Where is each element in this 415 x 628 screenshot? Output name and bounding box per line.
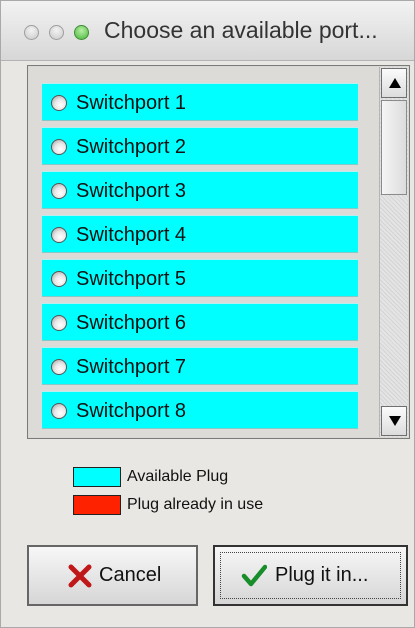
- port-list: Switchport 1 Switchport 2 Switchport 3 S…: [27, 65, 410, 439]
- zoom-window-button[interactable]: [74, 25, 89, 40]
- arrow-down-icon: [389, 416, 401, 426]
- plug-it-in-label: Plug it in...: [275, 564, 369, 586]
- green-checkmark-icon: [241, 564, 267, 587]
- close-window-button[interactable]: [24, 25, 39, 40]
- port-label: Switchport 8: [76, 400, 187, 422]
- port-label: Switchport 2: [76, 136, 187, 158]
- port-item-5[interactable]: Switchport 5: [42, 259, 358, 297]
- scrollbar-thumb[interactable]: [381, 100, 407, 195]
- red-x-icon: [68, 564, 92, 588]
- port-label: Switchport 7: [76, 356, 187, 378]
- legend-label: Available Plug: [127, 468, 229, 485]
- port-item-8[interactable]: Switchport 8: [42, 391, 358, 429]
- available-swatch: [73, 467, 121, 487]
- radio-button[interactable]: [51, 271, 67, 287]
- radio-button[interactable]: [51, 315, 67, 331]
- minimize-window-button[interactable]: [49, 25, 64, 40]
- scroll-up-button[interactable]: [381, 68, 407, 98]
- port-item-7[interactable]: Switchport 7: [42, 347, 358, 385]
- in-use-swatch: [73, 495, 121, 515]
- plug-it-in-button[interactable]: Plug it in...: [213, 545, 408, 606]
- cancel-label: Cancel: [99, 564, 162, 586]
- legend-label: Plug already in use: [127, 496, 264, 513]
- titlebar: Choose an available port...: [1, 1, 414, 61]
- port-item-2[interactable]: Switchport 2: [42, 127, 358, 165]
- radio-button[interactable]: [51, 359, 67, 375]
- radio-button[interactable]: [51, 183, 67, 199]
- radio-button[interactable]: [51, 139, 67, 155]
- port-label: Switchport 4: [76, 224, 187, 246]
- port-item-3[interactable]: Switchport 3: [42, 171, 358, 209]
- radio-button[interactable]: [51, 403, 67, 419]
- radio-button[interactable]: [51, 95, 67, 111]
- vertical-scrollbar[interactable]: [379, 67, 408, 437]
- radio-button[interactable]: [51, 227, 67, 243]
- port-label: Switchport 3: [76, 180, 187, 202]
- port-label: Switchport 6: [76, 312, 187, 334]
- port-list-content: Switchport 1 Switchport 2 Switchport 3 S…: [29, 67, 380, 437]
- cancel-button[interactable]: Cancel: [27, 545, 198, 606]
- arrow-up-icon: [389, 78, 401, 88]
- port-label: Switchport 5: [76, 268, 187, 290]
- port-item-1[interactable]: Switchport 1: [42, 83, 358, 121]
- window-title: Choose an available port...: [104, 17, 378, 43]
- port-chooser-window: Choose an available port... Switchport 1…: [0, 0, 415, 628]
- scroll-down-button[interactable]: [381, 406, 407, 436]
- port-label: Switchport 1: [76, 92, 187, 114]
- port-item-6[interactable]: Switchport 6: [42, 303, 358, 341]
- port-item-4[interactable]: Switchport 4: [42, 215, 358, 253]
